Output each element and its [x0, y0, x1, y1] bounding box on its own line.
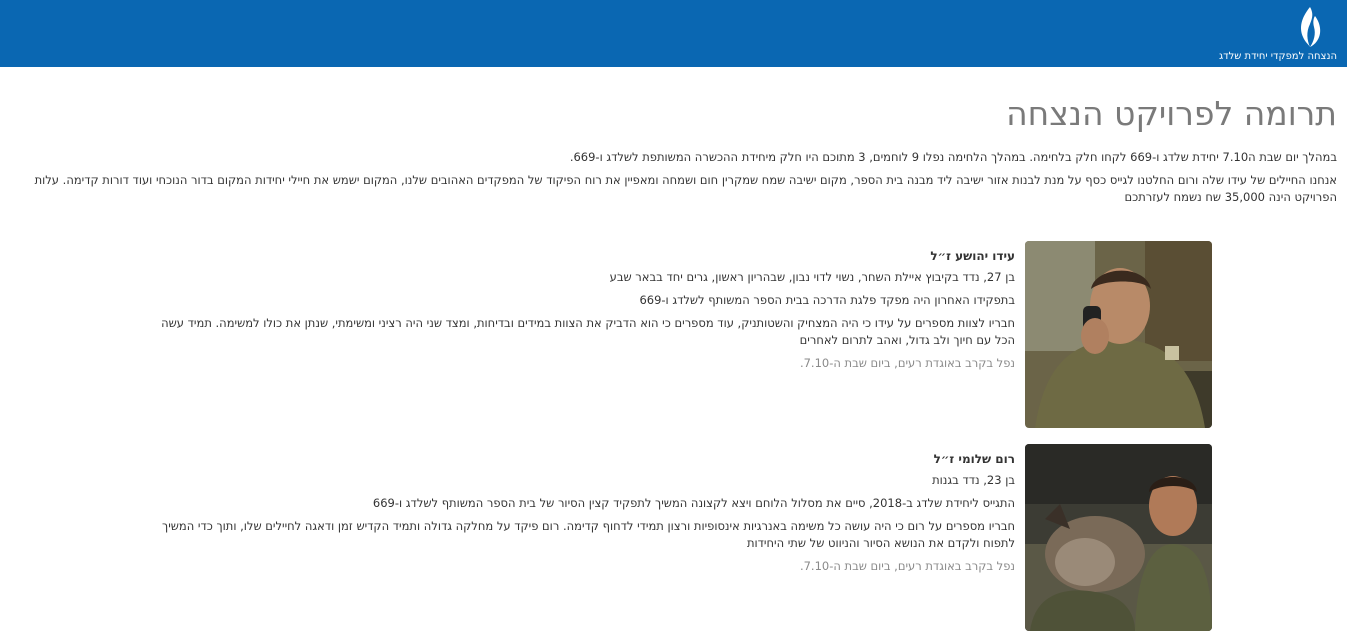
memorial-card-body: עידו יהושע ז״ל בן 27, נדד בקיבוץ איילת ה… — [155, 248, 1015, 378]
page-title: תרומה לפרויקט הנצחה — [1006, 94, 1337, 133]
fallen-role: התגייס ליחידת שלדג ב-2018, סיים את מסלול… — [372, 496, 1015, 510]
logo-text: הנצחה למפקדי יחידת שלדג — [1219, 51, 1337, 62]
fallen-date: נפל בקרב באוגדת רעים, ביום שבת ה-7.10. — [799, 559, 1015, 573]
fallen-story: חבריו לצוות מספרים על עידו כי היה המצחיק… — [161, 316, 1015, 347]
fallen-date: נפל בקרב באוגדת רעים, ביום שבת ה-7.10. — [799, 356, 1015, 370]
intro-section: במהלך יום שבת ה7.10 יחידת שלדג ו-669 לקח… — [7, 149, 1337, 212]
intro-paragraph: במהלך יום שבת ה7.10 יחידת שלדג ו-669 לקח… — [569, 150, 1337, 164]
flame-icon — [1301, 7, 1321, 47]
fallen-bio: בן 23, נדד בגנות — [932, 473, 1015, 487]
fallen-name: עידו יהושע ז״ל — [930, 249, 1015, 263]
intro-paragraph: אנחנו החיילים של עידו שלה ורום החלטנו לג… — [34, 173, 1337, 204]
top-header-bar: הנצחה למפקדי יחידת שלדג — [0, 0, 1347, 67]
fallen-name: רום שלומי ז״ל — [933, 452, 1015, 466]
fallen-bio: בן 27, נדד בקיבוץ איילת השחר, נשוי לדוי … — [609, 270, 1015, 284]
soldier-photo — [1025, 444, 1212, 631]
fallen-story: חבריו מספרים על רום כי היה עושה כל משימה… — [162, 519, 1015, 550]
memorial-card-body: רום שלומי ז״ל בן 23, נדד בגנות התגייס לי… — [155, 451, 1015, 581]
site-logo[interactable]: הנצחה למפקדי יחידת שלדג — [1219, 4, 1341, 64]
soldier-photo — [1025, 241, 1212, 428]
fallen-role: בתפקידו האחרון היה מפקד פלגת הדרכה בבית … — [639, 293, 1015, 307]
